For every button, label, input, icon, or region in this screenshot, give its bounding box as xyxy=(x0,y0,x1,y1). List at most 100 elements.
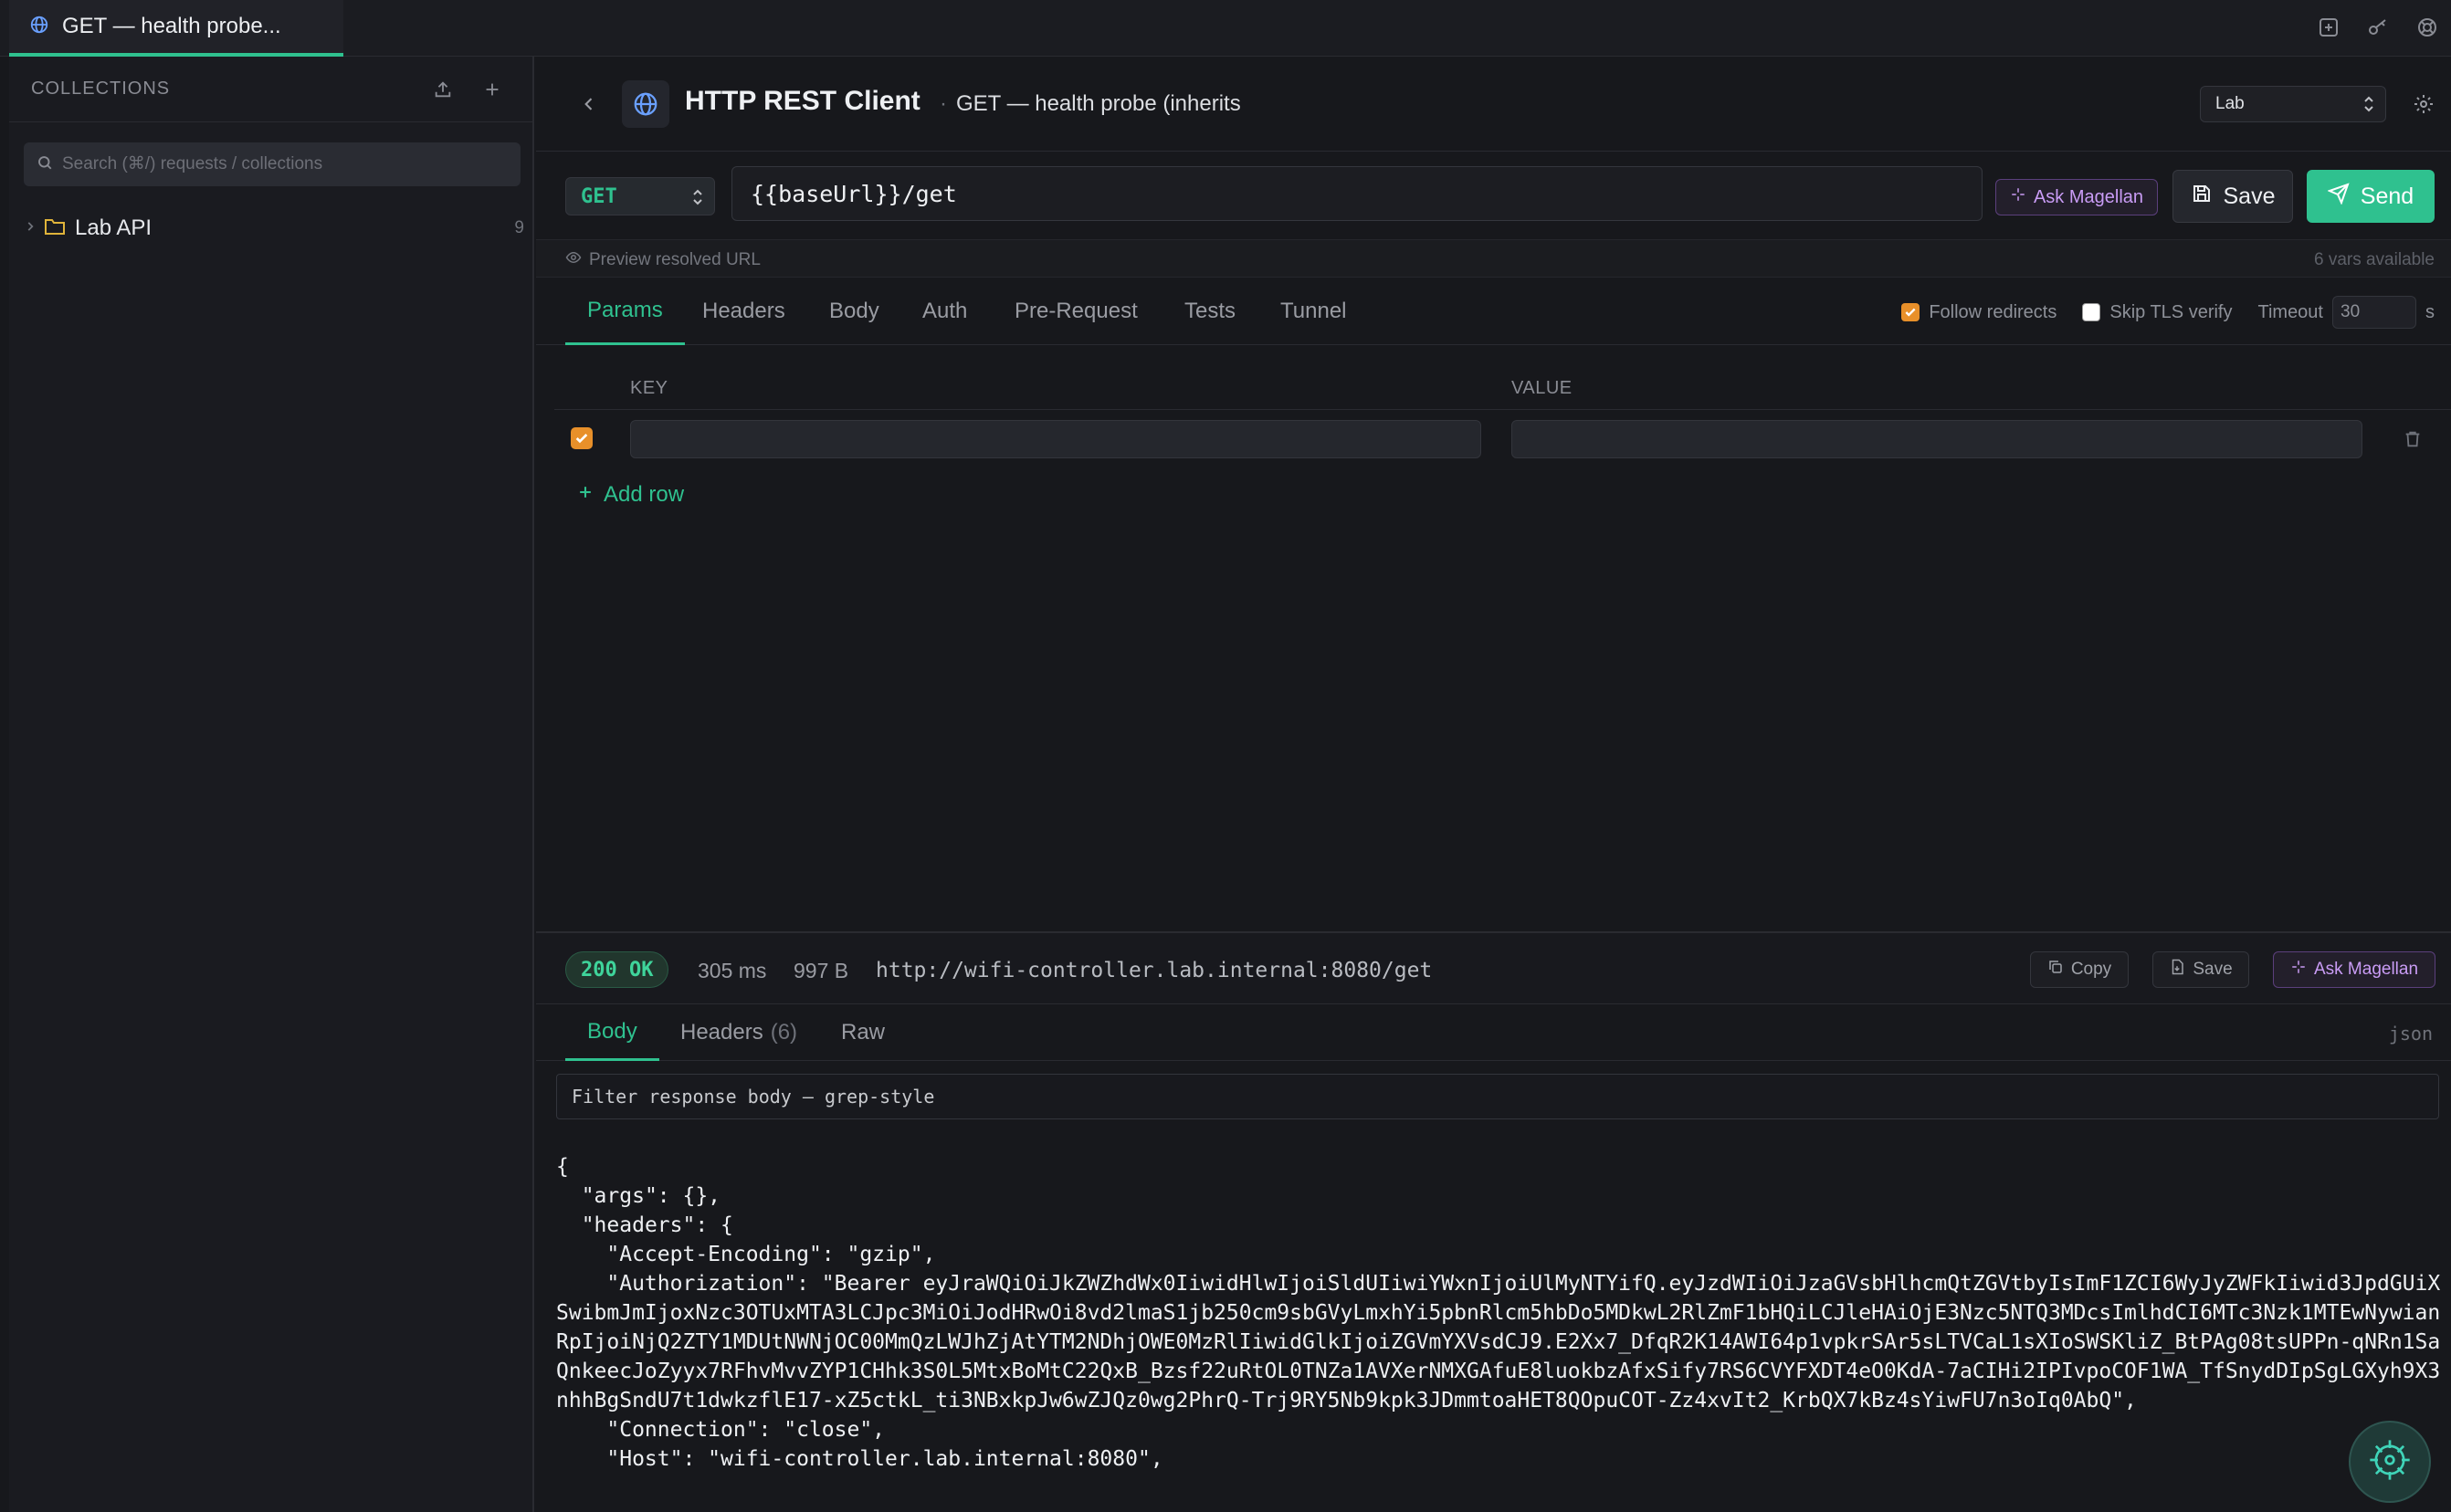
send-label: Send xyxy=(2360,183,2414,209)
timeout-input[interactable]: 30 xyxy=(2332,296,2416,329)
tab-tunnel[interactable]: Tunnel xyxy=(1258,278,1369,345)
tab-body[interactable]: Body xyxy=(807,278,901,345)
tab-pre-request[interactable]: Pre-Request xyxy=(993,278,1160,345)
export-icon[interactable] xyxy=(425,71,461,108)
gear-icon[interactable] xyxy=(2409,89,2438,119)
folder-icon xyxy=(44,216,66,241)
response-status-bar: 200 OK 305 ms 997 B http://wifi-controll… xyxy=(536,931,2451,1004)
save-button[interactable]: Save xyxy=(2172,170,2293,223)
params-table: KEY VALUE Add row xyxy=(536,345,2451,929)
tab-headers[interactable]: Headers xyxy=(680,278,807,345)
filter-input[interactable] xyxy=(572,1086,2398,1108)
headers-tab-label: Headers xyxy=(680,1020,763,1045)
chevron-updown-icon xyxy=(690,185,705,214)
request-name-text: GET — health probe (inherits xyxy=(956,91,1241,116)
url-input[interactable] xyxy=(751,180,1965,207)
tab-response-headers[interactable]: Headers (6) xyxy=(658,1004,819,1061)
file-icon xyxy=(2169,959,2185,981)
response-time: 305 ms xyxy=(698,959,767,982)
follow-redirects-label: Follow redirects xyxy=(1929,301,2057,322)
send-icon xyxy=(2327,182,2350,211)
param-enabled-checkbox[interactable] xyxy=(571,427,593,449)
eye-icon xyxy=(565,249,582,271)
preview-label: Preview resolved URL xyxy=(589,250,761,269)
follow-redirects-checkbox[interactable] xyxy=(1901,303,1920,321)
globe-icon xyxy=(622,80,669,128)
response-json: { "args": {}, "headers": { "Accept-Encod… xyxy=(556,1155,2441,1471)
preview-row: Preview resolved URL 6 vars available xyxy=(536,239,2451,278)
url-field[interactable] xyxy=(731,166,1983,221)
ask-magellan-label: Ask Magellan xyxy=(2033,186,2144,207)
tab-params[interactable]: Params xyxy=(565,278,685,345)
sparkle-icon xyxy=(2290,959,2307,981)
request-name[interactable]: · GET — health probe (inherits xyxy=(940,91,1241,117)
search-input[interactable] xyxy=(62,154,500,174)
main-panel: HTTP REST Client · GET — health probe (in… xyxy=(536,57,2451,1512)
help-icon[interactable] xyxy=(2413,13,2442,42)
timeout-value: 30 xyxy=(2341,302,2361,321)
method-value: GET xyxy=(581,184,617,208)
sidebar: COLLECTIONS Lab API 9 xyxy=(9,57,534,1512)
tab-response-raw[interactable]: Raw xyxy=(819,1004,907,1061)
back-button[interactable] xyxy=(573,88,605,121)
globe-icon xyxy=(29,15,49,39)
value-column-header: VALUE xyxy=(1511,378,1573,398)
response-save-label: Save xyxy=(2193,960,2233,979)
response-ask-label: Ask Magellan xyxy=(2313,960,2419,979)
tab-title: GET — health probe... xyxy=(62,14,281,38)
header-divider xyxy=(554,409,2451,410)
sparkle-icon xyxy=(2010,186,2026,208)
request-tab[interactable]: GET — health probe... xyxy=(9,0,343,57)
save-label: Save xyxy=(2223,183,2276,209)
plus-icon xyxy=(576,482,594,508)
method-select[interactable]: GET xyxy=(565,177,715,215)
key-icon[interactable] xyxy=(2363,13,2393,42)
send-button[interactable]: Send xyxy=(2307,170,2435,223)
tab-auth[interactable]: Auth xyxy=(900,278,989,345)
chevron-right-icon[interactable] xyxy=(24,220,37,237)
add-collection-icon[interactable] xyxy=(474,71,510,108)
request-tabs: Params Headers Body Auth Pre-Request Tes… xyxy=(536,278,2451,345)
folder-name: Lab API xyxy=(75,215,153,240)
response-save-button[interactable]: Save xyxy=(2152,951,2249,988)
key-column-header: KEY xyxy=(630,378,668,398)
param-key-input[interactable] xyxy=(630,420,1481,458)
preview-resolved-url[interactable]: Preview resolved URL xyxy=(565,249,761,271)
response-tabs: Body Headers (6) Raw json xyxy=(536,1004,2451,1061)
vars-count: 6 vars available xyxy=(2313,250,2435,269)
timeout-unit: s xyxy=(2425,301,2435,322)
request-header: HTTP REST Client · GET — health probe (in… xyxy=(536,57,2451,152)
magellan-fab[interactable] xyxy=(2349,1421,2431,1503)
tab-response-body[interactable]: Body xyxy=(565,1004,659,1061)
copy-button[interactable]: Copy xyxy=(2030,951,2129,988)
trash-icon[interactable] xyxy=(2399,425,2426,453)
app-title: HTTP REST Client xyxy=(685,86,920,116)
skip-tls-label: Skip TLS verify xyxy=(2109,301,2233,322)
skip-tls-checkbox[interactable] xyxy=(2082,303,2101,321)
response-size: 997 B xyxy=(794,959,849,982)
environment-select[interactable]: Lab xyxy=(2200,86,2386,122)
add-row-button[interactable]: Add row xyxy=(576,482,684,508)
folder-lab-api[interactable]: Lab API 9 xyxy=(24,206,530,250)
new-tab-icon[interactable] xyxy=(2314,13,2343,42)
chevron-updown-icon xyxy=(2362,92,2376,121)
title-bar: GET — health probe... xyxy=(0,0,2451,57)
response-filter[interactable] xyxy=(556,1074,2439,1119)
sidebar-search[interactable] xyxy=(24,142,521,186)
search-icon xyxy=(37,154,53,175)
add-row-label: Add row xyxy=(604,482,685,507)
param-value-input[interactable] xyxy=(1511,420,2362,458)
copy-label: Copy xyxy=(2070,960,2112,979)
response-ask-magellan-button[interactable]: Ask Magellan xyxy=(2273,951,2435,988)
tab-tests[interactable]: Tests xyxy=(1162,278,1257,345)
ask-magellan-button[interactable]: Ask Magellan xyxy=(1995,179,2158,215)
copy-icon xyxy=(2047,959,2064,981)
compass-icon xyxy=(2366,1436,2414,1488)
folder-count: 9 xyxy=(514,218,524,237)
timeout-label: Timeout xyxy=(2257,301,2323,322)
response-body: { "args": {}, "headers": { "Accept-Encod… xyxy=(556,1152,2442,1512)
environment-value: Lab xyxy=(2215,94,2245,113)
headers-count: (6) xyxy=(770,1020,798,1045)
save-icon xyxy=(2191,183,2213,211)
url-row: GET Ask Magellan Save Send xyxy=(536,152,2451,239)
